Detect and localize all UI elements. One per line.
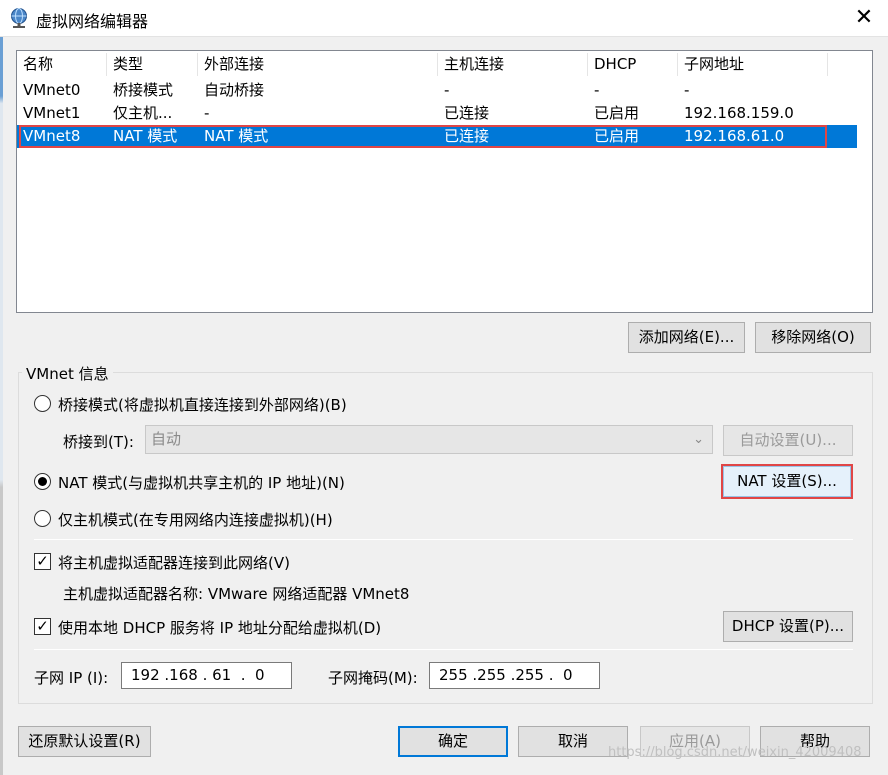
column-header-dhcp[interactable]: DHCP bbox=[588, 53, 678, 76]
cell-host: 已连接 bbox=[444, 127, 490, 145]
radio-selected-dot bbox=[38, 477, 47, 486]
cell-dhcp: 已启用 bbox=[594, 104, 640, 122]
cell-subnet: - bbox=[684, 81, 690, 99]
chevron-down-icon: ⌄ bbox=[693, 432, 704, 447]
separator bbox=[34, 539, 853, 540]
nat-mode-radio[interactable] bbox=[34, 473, 51, 490]
subnet-ip-input[interactable]: 192 .168 . 61 . 0 bbox=[121, 662, 292, 689]
cell-subnet: 192.168.61.0 bbox=[684, 127, 785, 145]
ok-button[interactable]: 确定 bbox=[398, 726, 508, 757]
cell-subnet: 192.168.159.0 bbox=[684, 104, 794, 122]
cell-type: 桥接模式 bbox=[113, 81, 174, 99]
column-header-subnet[interactable]: 子网地址 bbox=[678, 53, 828, 76]
vmnet-info-group bbox=[18, 372, 873, 704]
use-dhcp-label[interactable]: 使用本地 DHCP 服务将 IP 地址分配给虚拟机(D) bbox=[58, 617, 381, 638]
cell-external: - bbox=[204, 104, 210, 122]
network-globe-icon bbox=[11, 8, 27, 28]
table-row[interactable]: VMnet0 桥接模式 自动桥接 - - - bbox=[17, 79, 857, 102]
connect-adapter-checkbox[interactable]: ✓ bbox=[34, 552, 51, 570]
cell-dhcp: 已启用 bbox=[594, 127, 640, 145]
subnet-mask-label: 子网掩码(M): bbox=[328, 669, 418, 687]
table-row[interactable]: VMnet1 仅主机... - 已连接 已启用 192.168.159.0 bbox=[17, 102, 857, 125]
cell-name: VMnet0 bbox=[23, 81, 81, 99]
cell-name: VMnet1 bbox=[23, 104, 81, 122]
nat-mode-label[interactable]: NAT 模式(与虚拟机共享主机的 IP 地址)(N) bbox=[58, 472, 345, 493]
use-dhcp-checkbox[interactable]: ✓ bbox=[34, 617, 51, 635]
checkmark-icon: ✓ bbox=[36, 617, 49, 635]
network-list[interactable]: 名称 类型 外部连接 主机连接 DHCP 子网地址 VMnet0 桥接模式 自动… bbox=[16, 50, 873, 313]
checkmark-icon: ✓ bbox=[36, 552, 49, 570]
remove-network-button[interactable]: 移除网络(O) bbox=[755, 322, 871, 353]
connect-adapter-label[interactable]: 将主机虚拟适配器连接到此网络(V) bbox=[58, 552, 290, 573]
bridge-mode-radio[interactable] bbox=[34, 395, 51, 412]
cell-host: 已连接 bbox=[444, 104, 490, 122]
help-button[interactable]: 帮助 bbox=[760, 726, 870, 757]
bridge-to-select[interactable]: 自动 ⌄ bbox=[145, 425, 713, 454]
cell-external: NAT 模式 bbox=[204, 127, 269, 145]
cell-name: VMnet8 bbox=[23, 127, 81, 145]
group-title: VMnet 信息 bbox=[22, 363, 113, 384]
cancel-button[interactable]: 取消 bbox=[518, 726, 628, 757]
title-bar: 虚拟网络编辑器 ✕ bbox=[0, 0, 888, 37]
cell-dhcp: - bbox=[594, 81, 600, 99]
bridge-to-label: 桥接到(T): bbox=[63, 433, 134, 451]
column-header-host[interactable]: 主机连接 bbox=[438, 53, 588, 76]
dhcp-settings-button[interactable]: DHCP 设置(P)... bbox=[723, 611, 853, 642]
apply-button[interactable]: 应用(A) bbox=[640, 726, 750, 757]
list-header: 名称 类型 外部连接 主机连接 DHCP 子网地址 bbox=[17, 53, 857, 76]
cell-host: - bbox=[444, 81, 450, 99]
separator bbox=[34, 649, 853, 650]
cell-external: 自动桥接 bbox=[204, 81, 265, 99]
subnet-ip-label: 子网 IP (I): bbox=[34, 669, 109, 687]
table-row-selected[interactable]: VMnet8 NAT 模式 NAT 模式 已连接 已启用 192.168.61.… bbox=[17, 125, 857, 148]
auto-settings-button[interactable]: 自动设置(U)... bbox=[723, 425, 853, 456]
column-header-type[interactable]: 类型 bbox=[107, 53, 198, 76]
column-header-external[interactable]: 外部连接 bbox=[198, 53, 438, 76]
subnet-mask-input[interactable]: 255 .255 .255 . 0 bbox=[429, 662, 600, 689]
adapter-name-text: 主机虚拟适配器名称: VMware 网络适配器 VMnet8 bbox=[63, 585, 410, 603]
cell-type: NAT 模式 bbox=[113, 127, 178, 145]
cell-type: 仅主机... bbox=[113, 104, 173, 122]
bridge-to-value: 自动 bbox=[151, 430, 182, 448]
host-only-label[interactable]: 仅主机模式(在专用网络内连接虚拟机)(H) bbox=[58, 509, 333, 530]
add-network-button[interactable]: 添加网络(E)... bbox=[628, 322, 745, 353]
nat-settings-button[interactable]: NAT 设置(S)... bbox=[721, 464, 853, 499]
close-icon[interactable]: ✕ bbox=[854, 7, 874, 29]
restore-defaults-button[interactable]: 还原默认设置(R) bbox=[18, 726, 151, 757]
window-title: 虚拟网络编辑器 bbox=[36, 12, 149, 31]
column-header-name[interactable]: 名称 bbox=[17, 53, 107, 76]
bridge-mode-label[interactable]: 桥接模式(将虚拟机直接连接到外部网络)(B) bbox=[58, 394, 347, 415]
window-edge bbox=[0, 37, 3, 775]
host-only-radio[interactable] bbox=[34, 510, 51, 527]
